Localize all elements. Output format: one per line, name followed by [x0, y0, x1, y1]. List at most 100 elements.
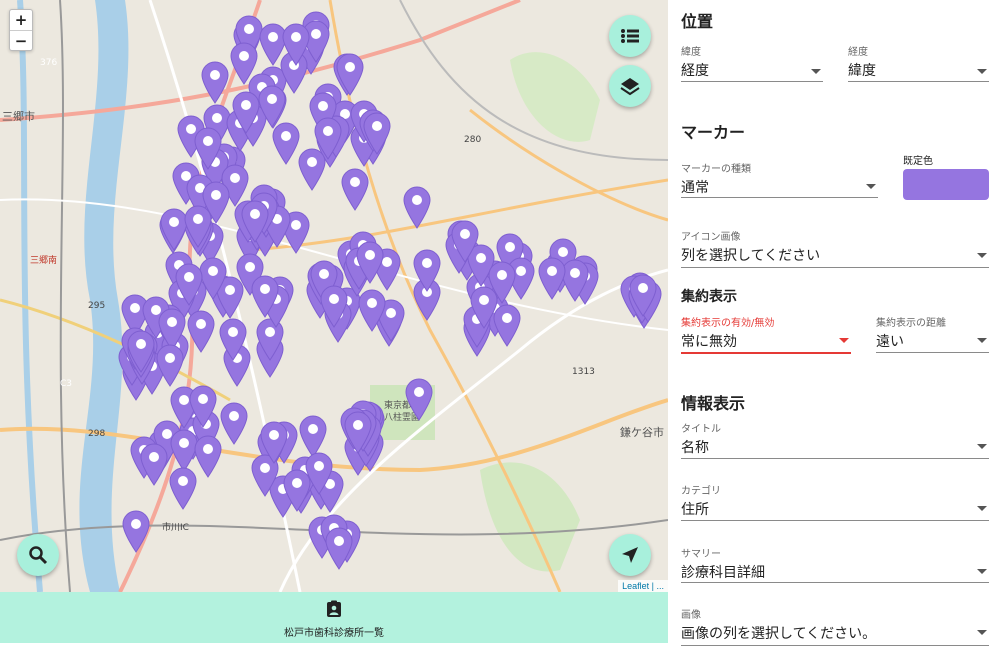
map-marker[interactable] — [186, 309, 216, 354]
search-icon — [29, 546, 48, 565]
info-image-select[interactable]: 画像 画像の列を選択してください。 — [681, 606, 989, 646]
icon-image-value: 列を選択してください — [681, 248, 821, 264]
map-marker[interactable] — [357, 288, 387, 332]
contact-card-icon — [327, 600, 341, 617]
map-marker[interactable] — [219, 401, 249, 446]
info-heading: 情報表示 — [681, 394, 746, 413]
chevron-down-icon — [977, 506, 987, 511]
svg-text:市川IC: 市川IC — [162, 521, 189, 533]
chevron-down-icon — [977, 253, 987, 258]
chevron-down-icon — [977, 444, 987, 449]
map-marker[interactable] — [240, 199, 270, 243]
footer-label: 松戸市歯科診療所一覧 — [284, 628, 384, 639]
info-title-label: タイトル — [681, 424, 721, 435]
list-button[interactable] — [609, 15, 651, 57]
info-title-value: 名称 — [681, 440, 709, 456]
map-marker[interactable] — [335, 52, 365, 96]
map-marker[interactable] — [174, 262, 204, 306]
info-image-value: 画像の列を選択してください。 — [681, 626, 877, 642]
icon-image-select[interactable]: アイコン画像 列を選択してください — [681, 228, 989, 268]
cluster-distance-label: 集約表示の距離 — [876, 318, 946, 329]
longitude-label: 経度 — [848, 47, 868, 58]
map-marker[interactable] — [628, 273, 658, 317]
map-marker[interactable] — [412, 248, 442, 293]
map-marker[interactable] — [319, 284, 349, 328]
longitude-value: 緯度 — [848, 63, 876, 79]
latitude-select[interactable]: 緯度 経度 — [681, 43, 823, 82]
map-marker[interactable] — [259, 420, 289, 464]
marker-heading: マーカー — [681, 123, 746, 142]
map-marker[interactable] — [450, 219, 480, 263]
navigation-arrow-icon — [622, 547, 638, 563]
cluster-distance-value: 遠い — [876, 334, 904, 350]
map-marker[interactable] — [168, 466, 198, 510]
map-marker[interactable] — [257, 84, 287, 129]
map-marker[interactable] — [139, 442, 169, 486]
chevron-down-icon — [839, 338, 849, 343]
info-summary-value: 診療科目詳細 — [681, 565, 765, 581]
map-marker[interactable] — [340, 167, 370, 211]
cluster-enabled-select[interactable]: 集約表示の有効/無効 常に無効 — [681, 314, 851, 354]
layers-button[interactable] — [609, 65, 651, 107]
map-view[interactable]: 三郷市 東京都立 八柱霊園 鎌ケ谷市 376 280 295 298 1313 … — [0, 0, 668, 592]
map-marker[interactable] — [193, 126, 223, 170]
latitude-value: 経度 — [681, 63, 709, 79]
marker-type-select[interactable]: マーカーの種類 通常 — [681, 160, 878, 198]
svg-text:C3: C3 — [60, 379, 72, 389]
map-marker[interactable] — [121, 509, 151, 553]
map-marker[interactable] — [250, 274, 280, 318]
map-marker[interactable] — [343, 410, 373, 454]
cluster-enabled-label: 集約表示の有効/無効 — [681, 318, 775, 329]
map-marker[interactable] — [537, 256, 567, 301]
layers-icon — [620, 78, 640, 96]
cluster-distance-select[interactable]: 集約表示の距離 遠い — [876, 314, 989, 353]
zoom-in-button[interactable]: + — [10, 10, 32, 30]
map-attribution[interactable]: Leaflet | ... — [618, 580, 668, 592]
info-category-label: カテゴリ — [681, 486, 721, 497]
latitude-label: 緯度 — [681, 47, 701, 58]
default-color-label: 既定色 — [903, 156, 933, 167]
info-summary-label: サマリー — [681, 549, 721, 560]
map-marker[interactable] — [281, 22, 311, 67]
info-summary-select[interactable]: サマリー 診療科目詳細 — [681, 545, 989, 583]
locate-button[interactable] — [609, 534, 651, 576]
settings-panel: 位置 緯度 経度 経度 緯度 マーカー マーカーの種類 通常 既定色 アイコン画… — [668, 0, 1000, 646]
list-icon — [621, 29, 639, 43]
map-marker[interactable] — [355, 240, 385, 284]
cluster-heading: 集約表示 — [681, 289, 737, 305]
map-marker[interactable] — [126, 329, 156, 374]
footer-bar[interactable]: 松戸市歯科診療所一覧 — [0, 592, 668, 643]
map-marker[interactable] — [218, 317, 248, 361]
chevron-down-icon — [977, 569, 987, 574]
map-marker[interactable] — [313, 116, 343, 161]
chevron-down-icon — [977, 338, 987, 343]
map-marker[interactable] — [282, 468, 312, 512]
longitude-select[interactable]: 経度 緯度 — [848, 43, 989, 82]
svg-text:鎌ケ谷市: 鎌ケ谷市 — [620, 425, 664, 439]
chevron-down-icon — [866, 184, 876, 189]
map-marker[interactable] — [155, 343, 185, 388]
zoom-out-button[interactable]: − — [10, 30, 32, 50]
chevron-down-icon — [977, 69, 987, 74]
cluster-enabled-value: 常に無効 — [681, 334, 737, 350]
chevron-down-icon — [811, 69, 821, 74]
position-heading: 位置 — [681, 12, 714, 31]
icon-image-label: アイコン画像 — [681, 232, 741, 243]
map-marker[interactable] — [188, 384, 218, 428]
map-marker[interactable] — [402, 185, 432, 229]
map-marker[interactable] — [362, 111, 392, 155]
marker-type-label: マーカーの種類 — [681, 164, 751, 175]
map-marker[interactable] — [404, 377, 434, 421]
info-category-select[interactable]: カテゴリ 住所 — [681, 482, 989, 521]
map-marker[interactable] — [200, 60, 230, 105]
map-marker[interactable] — [229, 41, 259, 86]
default-color-swatch[interactable] — [903, 169, 989, 200]
map-marker[interactable] — [324, 526, 354, 570]
search-button[interactable] — [17, 534, 59, 576]
svg-text:1313: 1313 — [572, 367, 595, 377]
info-title-select[interactable]: タイトル 名称 — [681, 420, 989, 459]
zoom-control: + − — [9, 9, 33, 51]
map-marker[interactable] — [487, 260, 517, 305]
map-marker[interactable] — [183, 204, 213, 248]
marker-type-value: 通常 — [681, 180, 709, 196]
